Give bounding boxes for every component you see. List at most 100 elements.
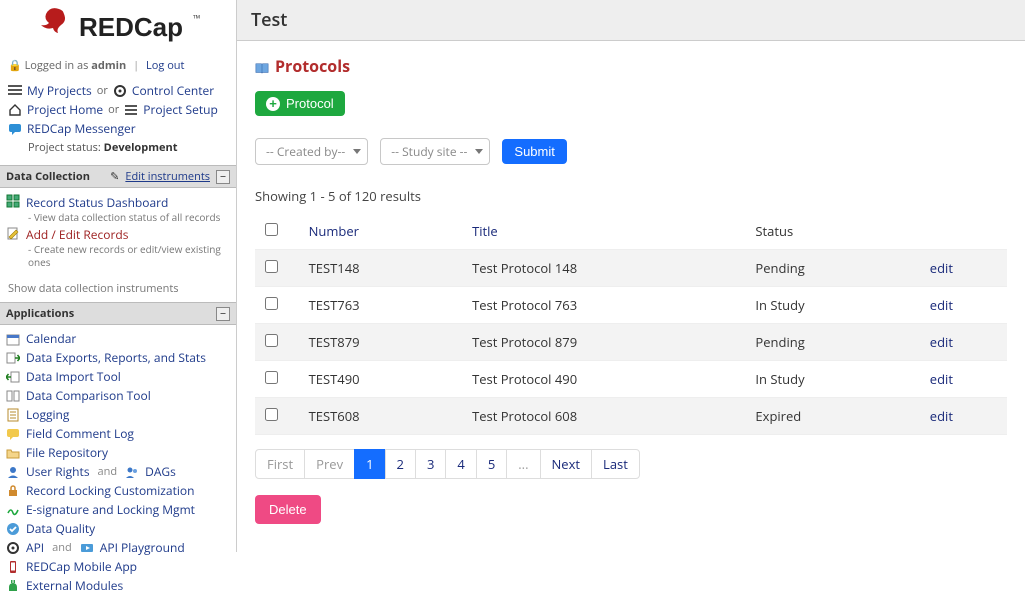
data-collection-link[interactable]: Record Status Dashboard — [26, 194, 220, 211]
setup-icon — [124, 103, 138, 117]
cell-status: In Study — [745, 287, 919, 324]
col-title-header[interactable]: Title — [472, 222, 498, 240]
app-item: E-signature and Locking Mgmt — [4, 500, 232, 519]
log-icon — [6, 408, 20, 422]
pager-next[interactable]: Next — [540, 449, 593, 479]
list-icon — [8, 84, 22, 98]
cell-status: Expired — [745, 398, 919, 435]
edit-link[interactable]: edit — [930, 407, 953, 425]
project-status: Project status: Development — [6, 138, 230, 159]
row-checkbox[interactable] — [265, 334, 278, 347]
pencil-icon: ✎ — [110, 169, 119, 184]
collapse-button[interactable]: – — [216, 307, 230, 321]
data-collection-body: Record Status Dashboard- View data colle… — [0, 188, 236, 275]
app-item: Field Comment Log — [4, 424, 232, 443]
edit-link[interactable]: edit — [930, 259, 953, 277]
cell-status: Pending — [745, 250, 919, 287]
content: Protocols + Protocol -- Created by-- -- … — [237, 41, 1025, 538]
app-link[interactable]: Logging — [26, 406, 69, 423]
app-link[interactable]: Field Comment Log — [26, 425, 134, 442]
login-status-row: 🔒 Logged in as admin | Log out — [0, 54, 236, 79]
app-link[interactable]: External Modules — [26, 577, 123, 594]
add-protocol-button[interactable]: + Protocol — [255, 91, 345, 116]
table-row: TEST763Test Protocol 763In Studyedit — [255, 287, 1007, 324]
app-link[interactable]: E-signature and Locking Mgmt — [26, 501, 195, 518]
gear-icon — [113, 84, 127, 98]
page-title: Test — [237, 0, 1025, 41]
cell-title: Test Protocol 490 — [462, 361, 745, 398]
cell-number: TEST148 — [299, 250, 462, 287]
plus-icon: + — [266, 97, 280, 111]
app-link[interactable]: DAGs — [145, 463, 176, 480]
app-link[interactable]: Data Exports, Reports, and Stats — [26, 349, 206, 366]
project-setup-link[interactable]: Project Setup — [143, 101, 218, 118]
logout-link[interactable]: Log out — [146, 58, 184, 73]
cell-title: Test Protocol 148 — [462, 250, 745, 287]
app-item: Data Import Tool — [4, 367, 232, 386]
calendar-icon — [6, 332, 20, 346]
study-site-select[interactable]: -- Study site -- — [380, 138, 490, 165]
app-link[interactable]: Calendar — [26, 330, 76, 347]
edit-link[interactable]: edit — [930, 296, 953, 314]
app-item: File Repository — [4, 443, 232, 462]
data-collection-desc: - View data collection status of all rec… — [26, 211, 220, 224]
pager-last[interactable]: Last — [591, 449, 640, 479]
show-instruments-link[interactable]: Show data collection instruments — [0, 275, 236, 302]
edit-link[interactable]: edit — [930, 333, 953, 351]
created-by-select[interactable]: -- Created by-- — [255, 138, 368, 165]
pager-ellipsis: ... — [506, 449, 540, 479]
submit-filter-button[interactable]: Submit — [502, 139, 566, 164]
app-link[interactable]: File Repository — [26, 444, 108, 461]
comment-icon — [6, 427, 20, 441]
app-item: User RightsandDAGs — [4, 462, 232, 481]
select-all-checkbox[interactable] — [265, 223, 278, 236]
app-item: Data Exports, Reports, and Stats — [4, 348, 232, 367]
data-collection-item: Record Status Dashboard- View data colle… — [4, 192, 232, 224]
collapse-button[interactable]: – — [216, 170, 230, 184]
table-row: TEST148Test Protocol 148Pending edit — [255, 250, 1007, 287]
plugin-icon — [6, 579, 20, 593]
app-link[interactable]: Data Comparison Tool — [26, 387, 151, 404]
pager-page[interactable]: 5 — [476, 449, 507, 479]
edit-link[interactable]: edit — [930, 370, 953, 388]
row-checkbox[interactable] — [265, 260, 278, 273]
data-collection-desc: - Create new records or edit/view existi… — [26, 243, 230, 269]
cell-title: Test Protocol 763 — [462, 287, 745, 324]
delete-button[interactable]: Delete — [255, 495, 321, 524]
app-item: APIandAPI Playground — [4, 538, 232, 557]
app-item: Data Quality — [4, 519, 232, 538]
check-icon — [6, 522, 20, 536]
chevron-down-icon — [475, 149, 483, 154]
row-checkbox[interactable] — [265, 297, 278, 310]
section-applications-header: Applications – — [0, 302, 236, 325]
pager-page[interactable]: 2 — [385, 449, 416, 479]
app-link[interactable]: Data Quality — [26, 520, 95, 537]
app-link[interactable]: User Rights — [26, 463, 90, 480]
row-checkbox[interactable] — [265, 371, 278, 384]
edit-instruments-link[interactable]: Edit instruments — [125, 169, 210, 184]
app-link[interactable]: Record Locking Customization — [26, 482, 194, 499]
col-number-header[interactable]: Number — [309, 222, 359, 240]
sidebar: REDCap ™ 🔒 Logged in as admin | Log out … — [0, 0, 237, 552]
chevron-down-icon — [353, 149, 361, 154]
messenger-link[interactable]: REDCap Messenger — [27, 120, 136, 137]
grid-icon — [6, 194, 20, 208]
row-checkbox[interactable] — [265, 408, 278, 421]
my-projects-link[interactable]: My Projects — [27, 82, 92, 99]
pager-page[interactable]: 4 — [445, 449, 476, 479]
app-link[interactable]: Data Import Tool — [26, 368, 121, 385]
results-summary: Showing 1 - 5 of 120 results — [255, 187, 1007, 205]
pager-page[interactable]: 3 — [415, 449, 446, 479]
app-item: External Modules — [4, 576, 232, 595]
control-center-link[interactable]: Control Center — [132, 82, 214, 99]
project-home-link[interactable]: Project Home — [27, 101, 103, 118]
pager-prev: Prev — [304, 449, 355, 479]
data-collection-link[interactable]: Add / Edit Records — [26, 226, 230, 243]
app-item: REDCap Mobile App — [4, 557, 232, 576]
cell-number: TEST490 — [299, 361, 462, 398]
compare-icon — [6, 389, 20, 403]
pager-page[interactable]: 1 — [354, 449, 385, 479]
app-link[interactable]: REDCap Mobile App — [26, 558, 137, 575]
app-link[interactable]: API — [26, 539, 44, 556]
app-link[interactable]: API Playground — [100, 539, 185, 556]
